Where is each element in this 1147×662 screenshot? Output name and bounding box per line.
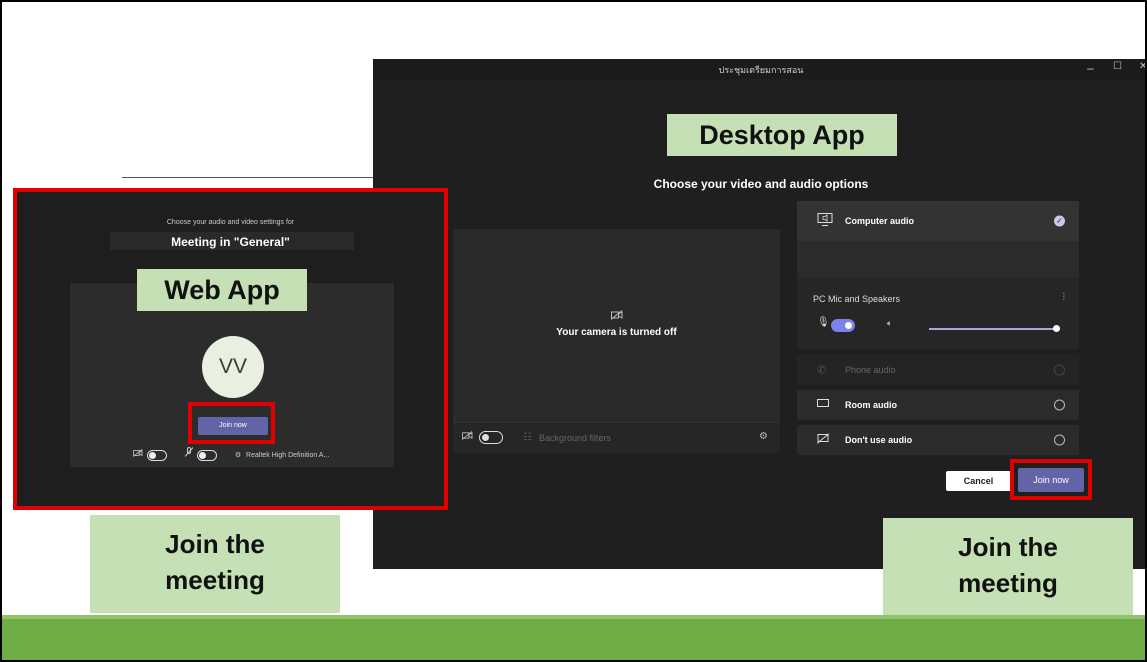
camera-toggle[interactable]: [479, 431, 503, 444]
audio-device-settings: PC Mic and Speakers ⫶ 🎙︎ 🔈︎: [797, 278, 1079, 349]
web-app-label: Web App: [137, 269, 307, 311]
camera-preview: Your camera is turned off: [453, 229, 780, 452]
dont-use-audio-label: Don't use audio: [845, 435, 913, 445]
background-filters-button[interactable]: Background filters: [539, 433, 611, 443]
settings-icon[interactable]: ⚙: [759, 431, 768, 442]
camera-off-icon: [453, 309, 780, 323]
maximize-button[interactable]: ☐: [1113, 61, 1122, 72]
desktop-join-caption: Join the meeting: [883, 518, 1133, 618]
web-join-caption-line2: meeting: [165, 565, 265, 595]
room-audio-icon: [817, 399, 829, 411]
dont-use-audio-radio[interactable]: [1054, 434, 1065, 446]
options-heading: Choose your video and audio options: [653, 177, 869, 191]
no-audio-icon: [816, 433, 830, 447]
phone-audio-radio[interactable]: [1054, 364, 1065, 376]
volume-slider-thumb[interactable]: [1053, 325, 1060, 332]
close-button[interactable]: ✕: [1139, 61, 1145, 72]
web-app-highlight: [13, 188, 448, 510]
phone-audio-label: Phone audio: [845, 365, 896, 375]
camera-icon: [461, 431, 473, 443]
computer-audio-icon: [817, 213, 833, 230]
divider-line: [122, 177, 377, 178]
window-titlebar: ประชุมเตรียมการสอน – ☐ ✕: [373, 59, 1145, 79]
device-settings-icon[interactable]: ⫶: [1063, 292, 1066, 303]
phone-audio-option[interactable]: ✆ Phone audio: [797, 355, 1079, 385]
camera-toolbar: ☷ Background filters ⚙: [453, 422, 780, 453]
dont-use-audio-option[interactable]: Don't use audio: [797, 425, 1079, 455]
microphone-toggle[interactable]: [831, 319, 855, 332]
desktop-join-caption-line2: meeting: [958, 568, 1058, 598]
footer-bar: [2, 619, 1145, 660]
window-title: ประชุมเตรียมการสอน: [718, 65, 804, 75]
web-join-highlight: [188, 402, 275, 444]
camera-off-text: Your camera is turned off: [556, 327, 677, 338]
slide: ประชุมเตรียมการสอน – ☐ ✕ Choose your vid…: [0, 0, 1147, 662]
cancel-button[interactable]: Cancel: [946, 471, 1011, 491]
selected-check-icon: ✓: [1054, 215, 1065, 227]
computer-audio-option[interactable]: Computer audio ✓: [797, 201, 1079, 278]
web-join-caption-line1: Join the: [165, 529, 265, 559]
microphone-icon: 🎙︎: [817, 317, 830, 328]
volume-slider[interactable]: [929, 328, 1057, 330]
room-audio-label: Room audio: [845, 400, 897, 410]
web-join-caption: Join the meeting: [90, 515, 340, 613]
computer-audio-label: Computer audio: [845, 216, 914, 226]
desktop-join-highlight: [1010, 459, 1092, 500]
minimize-button[interactable]: –: [1087, 61, 1094, 75]
desktop-app-label: Desktop App: [667, 114, 897, 156]
device-name: PC Mic and Speakers: [813, 294, 901, 304]
desktop-join-caption-line1: Join the: [958, 532, 1058, 562]
room-audio-radio[interactable]: [1054, 399, 1065, 411]
speaker-icon: 🔈︎: [887, 318, 893, 328]
phone-icon: ✆: [817, 364, 827, 377]
room-audio-option[interactable]: Room audio: [797, 390, 1079, 420]
background-filters-icon: ☷: [523, 432, 532, 443]
